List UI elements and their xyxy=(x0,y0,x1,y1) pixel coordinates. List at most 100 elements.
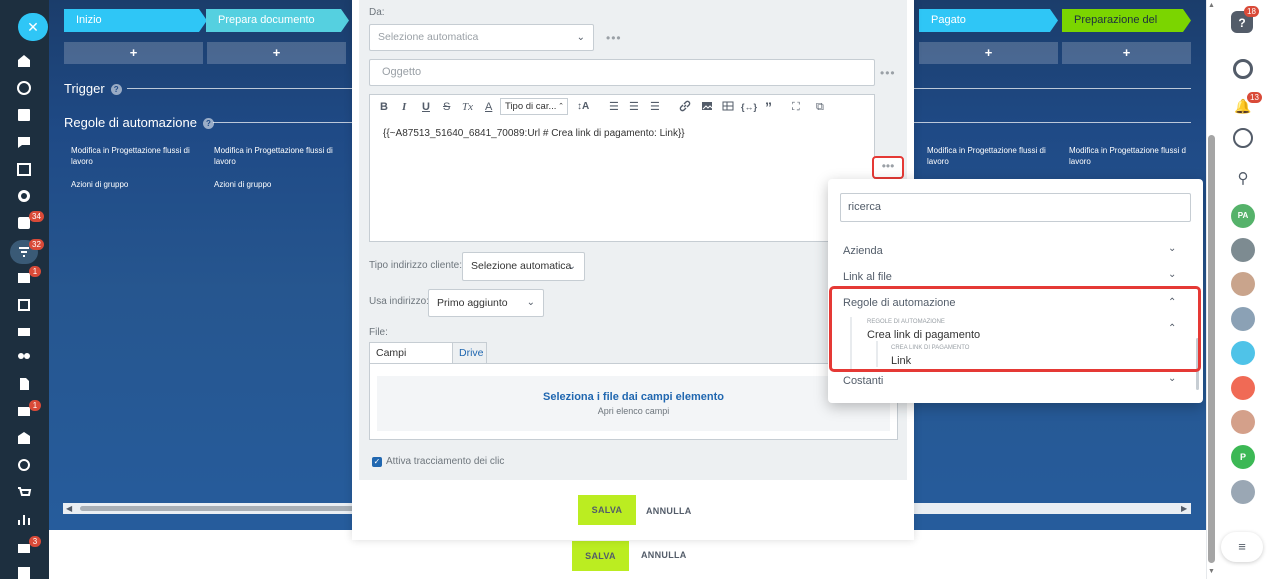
from-select[interactable]: Selezione automatica ⌄ xyxy=(369,24,594,51)
group-actions-link[interactable]: Azioni di gruppo xyxy=(214,179,344,190)
code-icon[interactable]: {↔} xyxy=(741,100,757,114)
activity-icon[interactable] xyxy=(14,78,34,98)
stage-inizio[interactable]: Inizio xyxy=(64,9,207,32)
help-icon[interactable]: ? xyxy=(110,84,122,95)
field-search-input[interactable]: ricerca xyxy=(840,193,1191,222)
chat-icon[interactable] xyxy=(1233,128,1253,148)
avatar[interactable] xyxy=(1231,376,1255,400)
text-color-icon[interactable]: A xyxy=(485,100,492,114)
stage-prepara-documento[interactable]: Prepara documento xyxy=(206,9,349,32)
divider xyxy=(127,88,352,89)
dialog-save-button[interactable]: SALVA xyxy=(578,495,636,525)
client-address-value: Selezione automatica xyxy=(471,260,572,272)
home-icon[interactable] xyxy=(14,51,34,71)
subject-more-icon[interactable]: ••• xyxy=(880,66,896,80)
message-editor[interactable] xyxy=(369,94,875,242)
avatar[interactable] xyxy=(1231,410,1255,434)
add-rule-button[interactable]: + xyxy=(1062,42,1191,64)
footer-cancel-button[interactable]: ANNULLA xyxy=(641,550,687,560)
avatar[interactable] xyxy=(1231,480,1255,504)
search-icon[interactable]: ⚲ xyxy=(1231,167,1255,191)
footer-save-button[interactable]: SALVA xyxy=(572,541,629,571)
goals-icon[interactable] xyxy=(1233,59,1253,79)
scroll-down-icon[interactable]: ▼ xyxy=(1208,568,1215,575)
from-select-value: Selezione automatica xyxy=(378,31,479,43)
team-icon[interactable] xyxy=(14,347,34,367)
vertical-scroll-thumb[interactable] xyxy=(1208,135,1215,563)
rule-card[interactable]: Modifica in Progettazione flussi di lavo… xyxy=(927,145,1057,167)
field-group-link-al-file[interactable]: Link al file xyxy=(843,271,892,283)
rule-card[interactable]: Modifica in Progettazione flussi di lavo… xyxy=(71,145,201,167)
avatar[interactable] xyxy=(1231,307,1255,331)
chevron-down-icon: ⌄ xyxy=(526,297,535,308)
goals-icon[interactable] xyxy=(14,455,34,475)
document-icon[interactable] xyxy=(14,374,34,394)
storage-icon[interactable] xyxy=(14,321,34,341)
insert-field-button[interactable]: ••• xyxy=(872,156,904,179)
avatar[interactable] xyxy=(1231,341,1255,365)
add-rule-button[interactable]: + xyxy=(207,42,346,64)
open-fields-list[interactable]: Apri elenco campi xyxy=(377,406,890,416)
add-rule-button[interactable]: + xyxy=(64,42,203,64)
font-size-icon[interactable]: ↕A xyxy=(577,100,589,114)
avatar[interactable]: P xyxy=(1231,445,1255,469)
bulleted-list-icon[interactable]: ☰ xyxy=(629,100,639,114)
field-group-azienda[interactable]: Azienda xyxy=(843,245,883,257)
strikethrough-icon[interactable]: S xyxy=(443,100,450,114)
analytics-icon[interactable] xyxy=(14,510,34,530)
help-icon[interactable]: ? xyxy=(202,118,214,129)
chevron-down-icon[interactable]: ⌄ xyxy=(1168,269,1176,280)
client-address-select[interactable]: Selezione automatica ⌄ xyxy=(462,252,585,281)
scroll-up-icon[interactable]: ▲ xyxy=(1208,2,1215,9)
avatar[interactable]: PA xyxy=(1231,204,1255,228)
table-icon[interactable] xyxy=(722,100,734,114)
chat-icon[interactable] xyxy=(14,132,34,152)
calendar-icon[interactable] xyxy=(14,159,34,179)
field-group-costanti[interactable]: Costanti xyxy=(843,375,883,387)
horizontal-scroll-thumb[interactable] xyxy=(80,506,370,511)
chevron-down-icon[interactable]: ⌄ xyxy=(1168,373,1176,384)
client-address-label: Tipo indirizzo cliente: xyxy=(369,260,463,271)
select-files-link[interactable]: Seleziona i file dai campi elemento xyxy=(377,391,890,403)
add-rule-button[interactable]: + xyxy=(919,42,1058,64)
bank-icon[interactable] xyxy=(14,428,34,448)
italic-icon[interactable]: I xyxy=(402,100,406,114)
dialog-cancel-button[interactable]: ANNULLA xyxy=(646,506,692,516)
tracking-checkbox[interactable]: ✓ xyxy=(372,457,382,467)
chevron-down-icon[interactable]: ⌄ xyxy=(1168,243,1176,254)
cart-icon[interactable] xyxy=(14,483,34,503)
rule-card[interactable]: Modifica in Progettazione flussi di lavo… xyxy=(214,145,344,167)
avatar[interactable] xyxy=(1231,272,1255,296)
from-more-icon[interactable]: ••• xyxy=(606,31,622,45)
tab-drive[interactable]: Drive xyxy=(452,342,487,364)
clear-format-icon[interactable]: Tx xyxy=(462,100,473,114)
tab-campi-elemento[interactable]: Campi elemento xyxy=(369,342,453,380)
stage-pagato[interactable]: Pagato xyxy=(919,9,1058,32)
align-icon[interactable]: ☰ xyxy=(650,100,660,114)
use-address-select[interactable]: Primo aggiunto ⌄ xyxy=(428,289,544,317)
font-family-select[interactable]: Tipo di car... ⌃ xyxy=(500,98,568,115)
more-icon[interactable] xyxy=(14,562,34,579)
link-icon[interactable] xyxy=(679,100,691,114)
scroll-right-icon[interactable]: ▶ xyxy=(1181,504,1187,513)
file-drop-area[interactable] xyxy=(377,376,890,431)
subject-input[interactable]: Oggetto xyxy=(369,59,875,86)
fullscreen-icon[interactable]: ⛶ xyxy=(792,100,800,114)
group-actions-link[interactable]: Azioni di gruppo xyxy=(71,179,201,190)
stage-preparazione[interactable]: Preparazione del proge... xyxy=(1062,9,1191,32)
feed-icon[interactable] xyxy=(14,105,34,125)
underline-icon[interactable]: U xyxy=(422,100,430,114)
target-icon[interactable] xyxy=(14,186,34,206)
message-body-text[interactable]: {{~A87513_51640_6841_70089:Url # Crea li… xyxy=(383,128,685,139)
bold-icon[interactable]: B xyxy=(380,100,388,114)
rule-card[interactable]: Modifica in Progettazione flussi d lavor… xyxy=(1069,145,1194,167)
image-icon[interactable] xyxy=(701,100,713,114)
scroll-left-icon[interactable]: ◀ xyxy=(66,504,72,513)
source-view-icon[interactable]: ⧉ xyxy=(816,100,824,114)
close-icon[interactable]: ✕ xyxy=(18,13,48,41)
menu-icon[interactable]: ≡ xyxy=(1221,532,1263,562)
avatar[interactable] xyxy=(1231,238,1255,262)
quote-icon[interactable]: ” xyxy=(765,100,772,114)
numbered-list-icon[interactable]: ☰ xyxy=(609,100,619,114)
invoice-icon[interactable] xyxy=(14,295,34,315)
